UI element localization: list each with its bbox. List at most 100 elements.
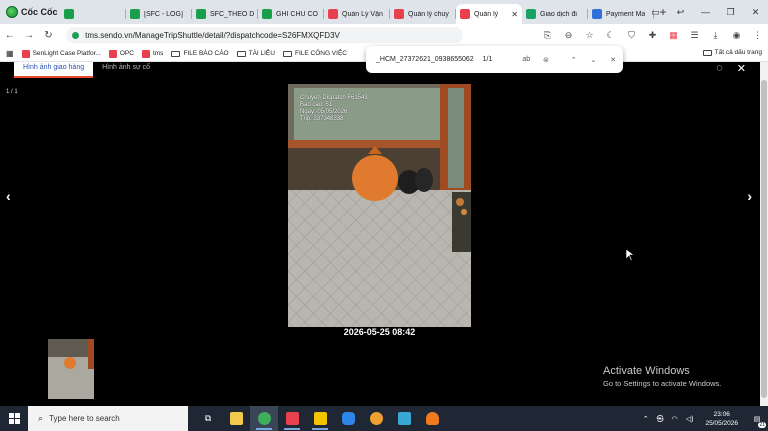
tab-favicon-icon [526, 9, 536, 19]
back-button[interactable]: ← [0, 30, 19, 41]
minimize-button[interactable]: — [693, 7, 718, 17]
wps-office-button[interactable] [278, 406, 306, 431]
clock-date: 25/05/2026 [705, 419, 738, 427]
reload-button[interactable]: ↻ [39, 30, 58, 41]
notification-center-button[interactable]: ▤ 21 [746, 415, 768, 428]
profile-icon[interactable]: ◉ [726, 30, 747, 41]
restore-button[interactable]: ❐ [718, 7, 743, 18]
tab-title: Payment Ma [606, 10, 646, 18]
tab-search-icon[interactable]: ▭ [643, 7, 668, 18]
site-info-icon[interactable] [72, 31, 80, 39]
bookmark-favicon-icon [108, 49, 117, 58]
taskbar-search-placeholder: Type here to search [49, 414, 120, 423]
browser-tab[interactable]: Quản lý chuy [390, 4, 456, 24]
viewer-toolbar: ◌ ✕ [716, 62, 746, 75]
folder-icon [236, 50, 246, 57]
network-icon[interactable]: ◠ [672, 415, 678, 423]
start-button[interactable] [0, 413, 28, 424]
bookmark-item[interactable]: SenLight Case Platfor... [21, 49, 101, 58]
tab-title: Giao dịch đi [540, 10, 577, 18]
scrollbar-thumb[interactable] [761, 80, 767, 398]
wps-icon [285, 412, 299, 425]
bookmark-label: SenLight Case Platfor... [32, 50, 101, 57]
back-arrow-icon[interactable]: ↩ [668, 7, 693, 18]
close-tab-icon[interactable]: ✕ [511, 10, 518, 19]
activate-subtitle: Go to Settings to activate Windows. [603, 379, 722, 388]
forward-button[interactable]: → [19, 30, 38, 41]
dark-mode-icon[interactable]: ☾ [600, 30, 621, 41]
coccoc-taskbar-button[interactable] [250, 406, 278, 431]
photo-timestamp-overlay: Chuyen Dispatch F61543 Bao cao: 51 Ngay:… [300, 95, 368, 122]
close-viewer-icon[interactable]: ✕ [737, 62, 746, 75]
browser-tab[interactable]: Quản lý ✕ [456, 4, 522, 24]
folder-icon [229, 412, 243, 425]
apps-grid-icon[interactable]: ▦ [6, 49, 14, 58]
viewer-tabs: Hình ảnh giao hàng Hình ảnh sự cố [14, 62, 159, 78]
find-input[interactable]: _HCM_27372621_0938655062 [376, 56, 475, 63]
bookmark-item[interactable]: OPC [108, 49, 134, 58]
bookmark-label: OPC [119, 50, 134, 57]
browser-tab[interactable]: Quản Lý Vận [324, 4, 390, 24]
bookmark-item[interactable]: FILE BÁO CÁO [171, 50, 229, 58]
menu-icon[interactable]: ⋮ [747, 30, 768, 41]
browser-tab[interactable]: [SFC - LOG] [126, 4, 192, 24]
windows-taskbar: ⌕ Type here to search ⧉ ⌃ ㉿ ◠ ◁) 23:06 2… [0, 406, 768, 431]
page-scrollbar[interactable] [760, 62, 768, 406]
bookmark-item[interactable]: FILE CÔNG VIỆC [282, 50, 347, 58]
download-icon[interactable]: ⤓ [705, 30, 726, 41]
bookmark-item[interactable]: tms [141, 49, 164, 58]
volume-icon[interactable]: ◁) [686, 415, 694, 423]
browser-brand[interactable]: Cốc Cốc [0, 0, 60, 24]
tab-delivery-images[interactable]: Hình ảnh giao hàng [14, 62, 94, 78]
taskbar-search[interactable]: ⌕ Type here to search [28, 406, 188, 431]
thumbnail[interactable] [48, 339, 94, 399]
bookmark-label: tms [152, 50, 164, 57]
bookmark-label: FILE BÁO CÁO [183, 50, 229, 57]
extensions-icon[interactable]: ✚ [642, 30, 663, 41]
tray-chevron-icon[interactable]: ⌃ [643, 415, 649, 423]
tab-favicon-icon [196, 9, 206, 19]
match-case-button[interactable]: ab [516, 56, 536, 63]
sticky-notes-button[interactable] [306, 406, 334, 431]
find-previous-icon[interactable]: ⌃ [564, 56, 584, 64]
taskbar-clock[interactable]: 23:06 25/05/2026 [705, 410, 738, 428]
file-explorer-button[interactable] [222, 406, 250, 431]
task-view-button[interactable]: ⧉ [194, 406, 222, 431]
find-next-icon[interactable]: ⌄ [584, 56, 604, 64]
language-icon[interactable]: ㉿ [657, 414, 664, 424]
browser-tab[interactable]: SFC_THEO D [192, 4, 258, 24]
tab-favicon-icon [262, 9, 272, 19]
notes-icon [313, 412, 327, 425]
shield-icon[interactable]: ⛉ [621, 30, 642, 41]
close-window-button[interactable]: ✕ [743, 7, 768, 18]
find-close-icon[interactable]: ✕ [603, 56, 623, 64]
zoom-icon[interactable]: ⊖ [558, 30, 579, 41]
bookmark-star-icon[interactable]: ☆ [579, 30, 600, 41]
zalo-button[interactable] [334, 406, 362, 431]
tab-title: SFC_THEO D [210, 10, 254, 18]
browser-tab[interactable]: Giao dịch đi [522, 4, 588, 24]
bookmark-item[interactable]: TÀI LIỆU [236, 50, 275, 58]
app-blue-button[interactable] [390, 406, 418, 431]
url-field[interactable]: tms.sendo.vn/ManageTripShuttle/detail/?d… [66, 27, 464, 43]
mouse-cursor-icon [626, 249, 634, 261]
extension-red-icon[interactable]: ▦ [663, 30, 684, 41]
taskbar-apps: ⧉ [194, 406, 446, 431]
previous-image-button[interactable]: ‹ [6, 188, 11, 204]
page-translate-icon[interactable]: ⎘ [537, 30, 558, 41]
bookmark-favicon-icon [141, 49, 150, 58]
tab-title: [SFC - LOG] [144, 10, 183, 18]
windows-logo-icon [8, 413, 20, 424]
chrome-button[interactable] [362, 406, 390, 431]
rotate-icon[interactable]: ◌ [716, 62, 723, 75]
tab-incident-images[interactable]: Hình ảnh sự cố [93, 62, 159, 78]
browser-tab[interactable]: GHI CHÚ CÔ [258, 4, 324, 24]
all-bookmarks-button[interactable]: Tất cả dấu trang [702, 49, 762, 56]
browser-tab[interactable] [60, 4, 126, 24]
coccoc-logo-icon [6, 6, 18, 18]
reading-list-icon[interactable]: ☰ [684, 30, 705, 41]
next-image-button[interactable]: › [747, 188, 752, 204]
app-orange-button[interactable] [418, 406, 446, 431]
find-options-icon[interactable]: ⊜ [536, 56, 556, 64]
bookmark-favicon-icon [21, 49, 30, 58]
